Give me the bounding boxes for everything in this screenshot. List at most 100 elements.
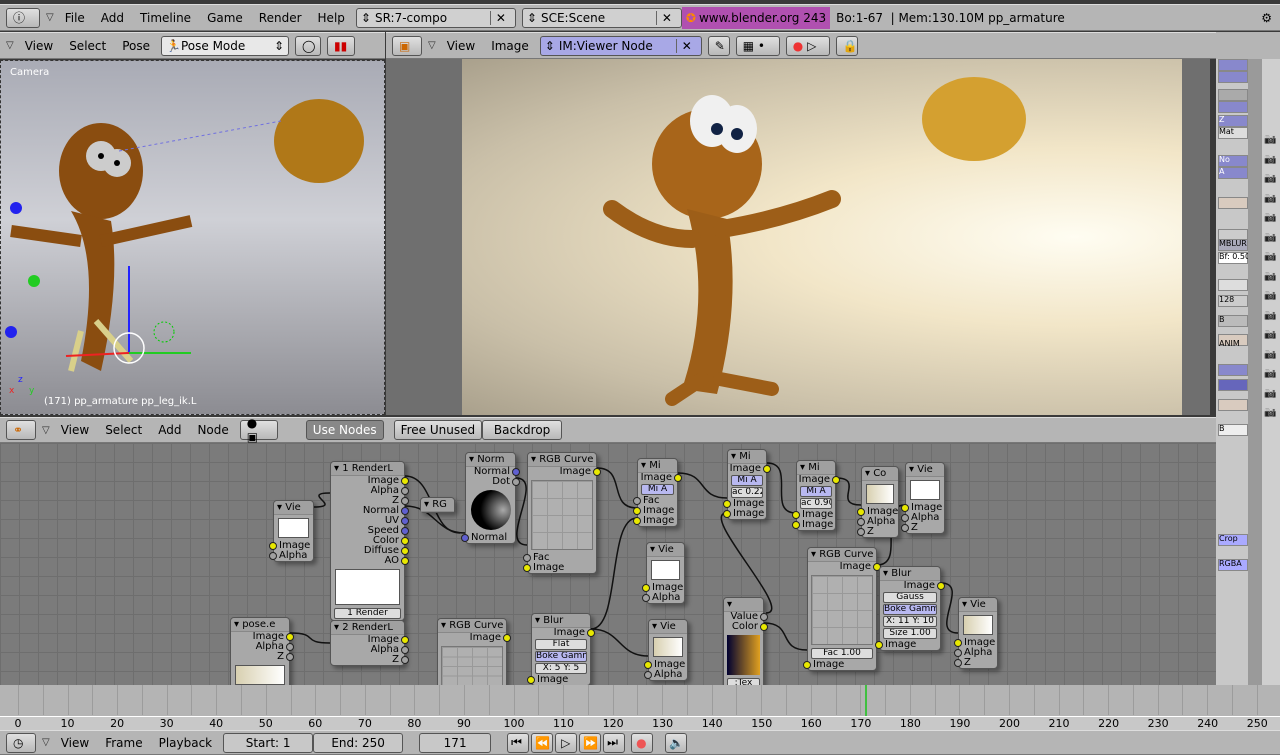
clock-icon[interactable]: ◷ <box>6 732 36 753</box>
node-control[interactable]: :Tex <box>727 678 760 685</box>
socket-dot[interactable] <box>723 500 731 508</box>
menu-image[interactable]: Image <box>486 39 534 53</box>
node[interactable]: ▾ 1 RenderL Image Alpha Z Normal UV Speed Color… <box>330 461 409 621</box>
node-header[interactable]: ▾ Norm <box>466 453 515 467</box>
socket-dot[interactable] <box>954 639 962 647</box>
node[interactable]: ▾ Value Color:Tex <box>723 597 768 685</box>
collapse-node-icon[interactable]: ▾ <box>800 462 808 473</box>
node-header[interactable]: ▾ 2 RenderL <box>331 621 404 635</box>
node[interactable]: ▾ 2 RenderL Image Alpha Z <box>330 620 409 666</box>
node-control[interactable]: Boke Gamm <box>883 604 937 615</box>
menu-help[interactable]: Help <box>313 11 350 25</box>
use-nodes-button[interactable]: Use Nodes <box>305 420 384 440</box>
node-header[interactable]: ▾ RGB Curve <box>528 453 596 467</box>
node[interactable]: ▾ Vie Image Alpha <box>269 500 314 562</box>
node[interactable]: ▾ Blur Image Flat Boke Gamm X: 5 Y: 5 Image <box>527 613 595 685</box>
play-icon[interactable]: ▷ <box>555 732 578 753</box>
camera-icon[interactable]: 📷 <box>1264 154 1276 165</box>
node-header[interactable]: ▾ Vie <box>274 501 313 515</box>
collapse-node-icon[interactable]: ▾ <box>641 460 649 471</box>
input-socket[interactable]: Image <box>633 516 677 526</box>
node[interactable]: ▾ RGB Curve Image Fac Image <box>523 452 601 574</box>
menu-render[interactable]: Render <box>254 11 307 25</box>
curve-widget[interactable] <box>811 575 873 645</box>
socket-dot[interactable] <box>593 468 601 476</box>
node-header[interactable]: ▾ 1 RenderL <box>331 462 404 476</box>
output-socket[interactable]: Z <box>331 655 409 665</box>
lock-icon[interactable]: 🔒 <box>835 35 858 56</box>
scrollbar[interactable] <box>1248 59 1262 685</box>
collapse-node-icon[interactable]: ▾ <box>441 620 449 631</box>
node-header[interactable]: ▾ Mi <box>728 450 766 464</box>
panel-button[interactable] <box>1218 399 1248 411</box>
start-frame-field[interactable]: Start: 1 <box>223 732 314 753</box>
node-control[interactable]: ac 0.22 <box>731 487 763 498</box>
collapse-node-icon[interactable]: ▾ <box>424 499 432 510</box>
panel-button[interactable] <box>1218 101 1248 113</box>
output-socket[interactable]: Image <box>638 473 682 483</box>
input-socket[interactable]: Image <box>527 675 590 685</box>
jump-end-icon[interactable]: ⏭ <box>603 732 626 753</box>
camera-icon[interactable]: 📷 <box>1264 271 1276 282</box>
menu-node[interactable]: Node <box>192 423 233 437</box>
input-socket[interactable]: Z <box>954 658 997 668</box>
output-socket[interactable]: Image <box>880 581 945 591</box>
socket-dot[interactable] <box>901 514 909 522</box>
node-control[interactable]: Size 1.00 <box>883 628 937 639</box>
output-socket[interactable]: Image <box>808 562 881 572</box>
node[interactable]: ▾ Mi Image Mi Aac 0.90 Image Image <box>792 460 840 531</box>
node-header[interactable]: ▾ pose.e <box>231 618 289 632</box>
node[interactable]: ▾ Vie Image Alpha Z <box>901 462 945 534</box>
panel-button[interactable] <box>1218 279 1248 291</box>
camera-icon[interactable]: 📷 <box>1264 329 1276 340</box>
image-selector[interactable]: ⇕ IM:Viewer Node ✕ <box>539 35 702 56</box>
collapse-node-icon[interactable]: ▾ <box>469 454 477 465</box>
menu-timeline[interactable]: Timeline <box>135 11 196 25</box>
collapse-node-icon[interactable]: ▾ <box>277 502 285 513</box>
socket-dot[interactable] <box>760 623 768 631</box>
socket-dot[interactable] <box>401 487 409 495</box>
node[interactable]: ▾ Vie Image Alpha <box>642 542 685 604</box>
socket-dot[interactable] <box>512 468 520 476</box>
close-icon[interactable]: ✕ <box>655 10 677 25</box>
socket-dot[interactable] <box>954 659 962 667</box>
socket-dot[interactable] <box>401 547 409 555</box>
node-control[interactable]: 1 Render <box>334 608 401 619</box>
node-control[interactable]: X: 5 Y: 5 <box>535 663 587 674</box>
jump-start-icon[interactable]: ⏮ <box>507 732 530 753</box>
camera-icon[interactable]: 📷 <box>1264 212 1276 223</box>
collapse-menu-icon[interactable]: ▽ <box>46 12 54 23</box>
audio-icon[interactable]: 🔈 <box>665 732 688 753</box>
camera-icon[interactable]: 📷 <box>1264 368 1276 379</box>
input-socket[interactable]: Z <box>901 523 944 533</box>
menu-playback[interactable]: Playback <box>154 736 218 750</box>
collapse-node-icon[interactable]: ▾ <box>334 463 342 474</box>
buttons-window[interactable]: Z Mat No A MBLUR Bf: 0.50 128 B ANIM B Crop RGBA <box>1216 59 1248 685</box>
node[interactable]: ▾ Vie Image Alpha <box>644 619 688 681</box>
menu-view[interactable]: View <box>442 39 480 53</box>
node[interactable]: ▾ Mi Image Mi Aac 0.22 Image Image <box>723 449 771 520</box>
node[interactable]: ▾ Co Image Alpha Z <box>857 466 899 538</box>
socket-dot[interactable] <box>723 510 731 518</box>
socket-dot[interactable] <box>523 564 531 572</box>
collapse-node-icon[interactable]: ▾ <box>535 615 543 626</box>
backdrop-button[interactable]: Backdrop <box>482 420 563 440</box>
camera-icon[interactable]: 📷 <box>1264 310 1276 321</box>
socket-dot[interactable] <box>644 671 652 679</box>
output-socket[interactable]: AO <box>331 556 409 566</box>
node-header[interactable]: ▾ Co <box>862 467 898 481</box>
socket-dot[interactable] <box>642 584 650 592</box>
camera-icon[interactable]: 📷 <box>1264 134 1276 145</box>
socket-dot[interactable] <box>286 633 294 641</box>
node-header[interactable]: ▾ <box>724 598 763 612</box>
socket-dot[interactable] <box>937 582 945 590</box>
socket-dot[interactable] <box>401 557 409 565</box>
menu-select[interactable]: Select <box>100 423 147 437</box>
menu-add[interactable]: Add <box>96 11 129 25</box>
camera-icon[interactable]: 📷 <box>1264 251 1276 262</box>
collapse-node-icon[interactable]: ▾ <box>334 622 342 633</box>
collapse-node-icon[interactable]: ▾ <box>883 568 891 579</box>
collapse-menu-icon[interactable]: ▽ <box>6 40 14 51</box>
collapse-node-icon[interactable]: ▾ <box>909 464 917 475</box>
node[interactable]: ▾ RGB Curve Image Fac 1.00 Image <box>803 547 881 671</box>
